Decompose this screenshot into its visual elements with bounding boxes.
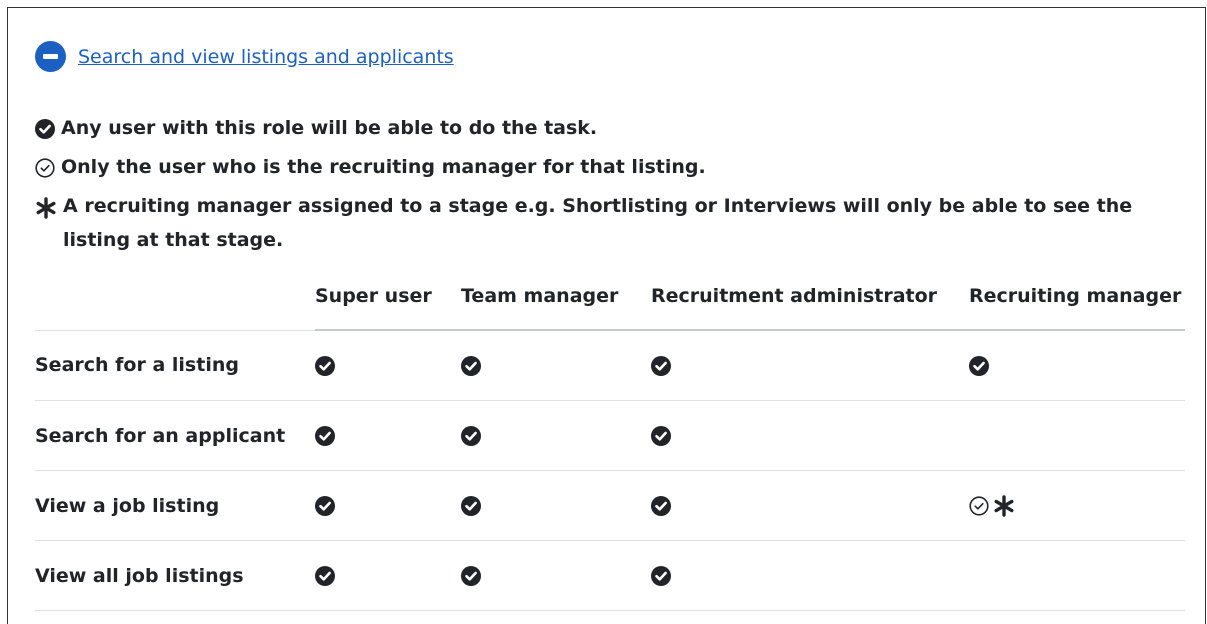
- check-circle-filled-icon: [461, 495, 481, 516]
- check-circle-filled-icon: [315, 355, 335, 376]
- header-task-column: [35, 263, 315, 331]
- legend-item-any-user: Any user with this role will be able to …: [35, 115, 1180, 142]
- check-circle-filled-icon: [315, 495, 335, 516]
- header-team-manager: Team manager: [461, 263, 651, 331]
- check-circle-filled-icon: [315, 425, 335, 446]
- permission-cell: [461, 470, 651, 541]
- permission-cell: [315, 400, 461, 471]
- legend: Any user with this role will be able to …: [35, 115, 1180, 257]
- row-label: Search for a listing: [35, 330, 315, 401]
- asterisk-icon: [35, 197, 57, 219]
- table-body: Search for a listing Search for an applic…: [35, 330, 1185, 611]
- legend-text: Any user with this role will be able to …: [61, 117, 598, 139]
- check-circle-filled-icon: [461, 425, 481, 446]
- permission-cell: [969, 540, 1185, 611]
- check-circle-filled-icon: [461, 355, 481, 376]
- header-recruitment-administrator: Recruitment administrator: [651, 263, 969, 331]
- permission-cell: [651, 330, 969, 401]
- table-header-row: Super user Team manager Recruitment admi…: [35, 263, 1185, 331]
- check-circle-filled-icon: [651, 495, 671, 516]
- permission-cell: [969, 470, 1185, 541]
- check-circle-filled-icon: [461, 565, 481, 586]
- minus-circle-icon[interactable]: [35, 41, 66, 72]
- permission-cell: [651, 470, 969, 541]
- permission-cell: [651, 400, 969, 471]
- permission-cell: [461, 330, 651, 401]
- permission-cell: [461, 400, 651, 471]
- permission-cell: [461, 540, 651, 611]
- check-circle-outline-icon: [969, 495, 989, 516]
- row-label: View all job listings: [35, 540, 315, 611]
- check-circle-filled-icon: [969, 355, 989, 376]
- row-label: View a job listing: [35, 470, 315, 541]
- check-circle-filled-icon: [35, 119, 55, 139]
- table-row: Search for a listing: [35, 330, 1185, 401]
- asterisk-icon: [993, 494, 1015, 517]
- permission-cell: [315, 540, 461, 611]
- legend-text: Only the user who is the recruiting mana…: [61, 156, 706, 178]
- legend-text: A recruiting manager assigned to a stage…: [63, 195, 1133, 251]
- table-row: View all job listings: [35, 540, 1185, 611]
- legend-item-stage: A recruiting manager assigned to a stage…: [35, 189, 1180, 257]
- legend-item-recruiting-manager: Only the user who is the recruiting mana…: [35, 154, 1180, 181]
- table-row: Search for an applicant: [35, 400, 1185, 471]
- header-super-user: Super user: [315, 263, 461, 331]
- content-frame: Search and view listings and applicants …: [7, 7, 1206, 624]
- section-header: Search and view listings and applicants: [35, 41, 454, 72]
- permission-cell: [315, 330, 461, 401]
- permission-cell: [315, 470, 461, 541]
- check-circle-filled-icon: [651, 355, 671, 376]
- check-circle-filled-icon: [315, 565, 335, 586]
- permission-cell: [651, 540, 969, 611]
- permissions-table: Super user Team manager Recruitment admi…: [35, 263, 1185, 611]
- permission-cell: [969, 400, 1185, 471]
- row-label: Search for an applicant: [35, 400, 315, 471]
- header-recruiting-manager: Recruiting manager: [969, 263, 1185, 331]
- check-circle-outline-icon: [35, 158, 55, 178]
- section-title-link[interactable]: Search and view listings and applicants: [78, 46, 454, 68]
- check-circle-filled-icon: [651, 565, 671, 586]
- permission-cell: [969, 330, 1185, 401]
- table-row: View a job listing: [35, 470, 1185, 541]
- check-circle-filled-icon: [651, 425, 671, 446]
